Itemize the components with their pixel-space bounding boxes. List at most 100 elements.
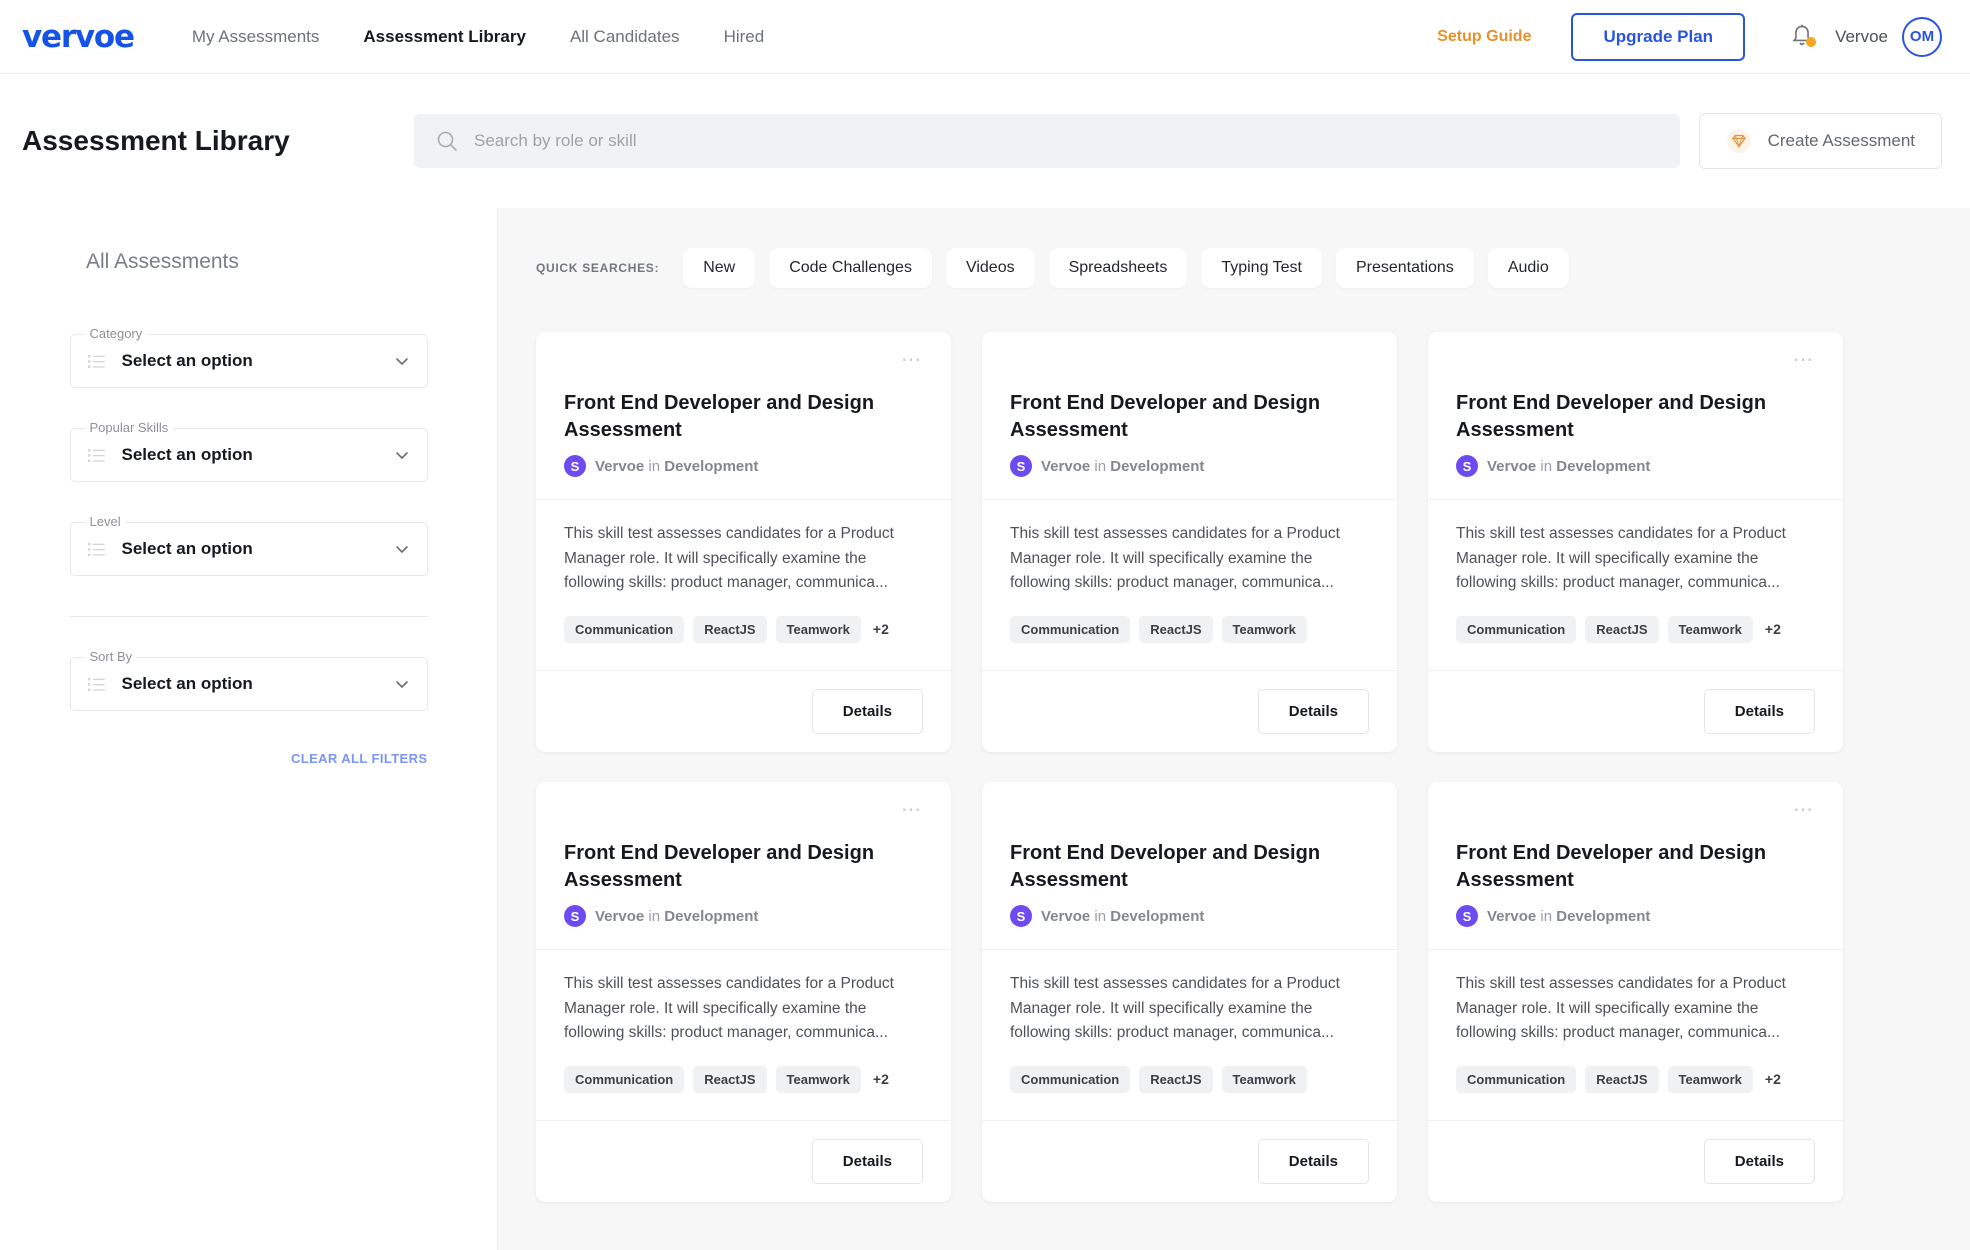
sidebar-title: All Assessments [86, 250, 239, 273]
search-input[interactable]: Search by role or skill [414, 114, 1680, 168]
assessment-card-title: Front End Developer and Design Assessmen… [564, 392, 875, 441]
assessment-card-header: ⋯ Front End Developer and Design Assessm… [982, 332, 1397, 501]
quick-search-chip-videos[interactable]: Videos [945, 248, 1035, 288]
quick-search-chip-new[interactable]: New [683, 248, 756, 288]
skill-tag: Teamwork [1667, 615, 1753, 643]
notifications-button[interactable] [1789, 23, 1817, 51]
assessment-card-meta: S Vervoe in Development [564, 905, 923, 928]
assessment-results-area: QUICK SEARCHES: New Code Challenges Vide… [498, 208, 1970, 1250]
details-button[interactable]: Details [1257, 689, 1369, 734]
assessment-card-body: This skill test assesses candidates for … [982, 500, 1397, 671]
assessment-card-meta: S Vervoe in Development [1010, 905, 1369, 928]
list-icon [87, 448, 105, 462]
assessment-card-header: ⋯ Front End Developer and Design Assessm… [536, 782, 951, 951]
notification-badge-dot [1806, 36, 1817, 47]
filter-category-label: Category [84, 326, 148, 341]
details-button[interactable]: Details [811, 689, 923, 734]
chevron-down-icon [395, 546, 408, 553]
filter-category-select[interactable]: Category Select an option [69, 326, 428, 388]
user-avatar[interactable]: OM [1902, 16, 1942, 57]
assessment-card-footer: Details [1428, 671, 1843, 752]
filter-popular-skills-label: Popular Skills [84, 420, 174, 435]
assessment-card-3[interactable]: ⋯ Front End Developer and Design Assessm… [1428, 332, 1843, 752]
search-placeholder-text: Search by role or skill [474, 131, 637, 150]
filter-sort-by-value: Select an option [121, 674, 253, 693]
details-button[interactable]: Details [1257, 1139, 1369, 1184]
main-nav-links: My Assessments Assessment Library All Ca… [192, 27, 764, 47]
assessment-card-tags: Communication ReactJS Teamwork [1010, 615, 1369, 643]
author-badge-icon: S [564, 455, 586, 478]
assessment-card-tags: Communication ReactJS Teamwork [1010, 1065, 1369, 1093]
skill-tag-overflow-count: +2 [1764, 1071, 1781, 1088]
skill-tag-overflow-count: +2 [872, 621, 889, 638]
assessment-card-meta: S Vervoe in Development [1456, 905, 1815, 928]
upgrade-plan-button[interactable]: Upgrade Plan [1571, 12, 1746, 61]
assessment-card-body: This skill test assesses candidates for … [536, 950, 951, 1121]
nav-item-my-assessments[interactable]: My Assessments [192, 27, 320, 47]
quick-search-chip-spreadsheets[interactable]: Spreadsheets [1048, 248, 1188, 288]
card-overflow-menu-icon[interactable]: ⋯ [1456, 800, 1815, 824]
quick-search-chip-typing-test[interactable]: Typing Test [1201, 248, 1322, 288]
details-button[interactable]: Details [811, 1139, 923, 1184]
quick-search-chip-code-challenges[interactable]: Code Challenges [769, 248, 932, 288]
filter-sort-by-select[interactable]: Sort By Select an option [69, 649, 428, 711]
page-sub-header: Assessment Library Search by role or ski… [0, 74, 1970, 208]
search-icon [437, 131, 457, 151]
skill-tag: ReactJS [693, 615, 767, 643]
author-badge-icon: S [564, 905, 586, 928]
nav-item-assessment-library[interactable]: Assessment Library [363, 27, 526, 47]
skill-tag: Communication [1010, 615, 1131, 643]
assessment-card-6[interactable]: ⋯ Front End Developer and Design Assessm… [1428, 782, 1843, 1202]
assessment-card-author: Vervoe in Development [595, 907, 759, 925]
assessment-card-header: ⋯ Front End Developer and Design Assessm… [1428, 782, 1843, 951]
author-badge-icon: S [1010, 455, 1032, 478]
skill-tag: Communication [1456, 1065, 1577, 1093]
author-badge-icon: S [1456, 905, 1478, 928]
skill-tag: Communication [1456, 615, 1577, 643]
filter-level-value: Select an option [121, 539, 253, 558]
quick-search-chip-presentations[interactable]: Presentations [1335, 248, 1474, 288]
top-navigation-bar: vervoe My Assessments Assessment Library… [0, 0, 1970, 74]
assessment-card-meta: S Vervoe in Development [564, 455, 923, 478]
list-icon [87, 354, 105, 368]
setup-guide-link[interactable]: Setup Guide [1437, 28, 1531, 46]
nav-item-all-candidates[interactable]: All Candidates [570, 27, 680, 47]
assessment-card-title: Front End Developer and Design Assessmen… [1456, 392, 1767, 441]
assessment-card-description: This skill test assesses candidates for … [564, 975, 894, 1042]
assessment-card-title: Front End Developer and Design Assessmen… [1010, 842, 1321, 891]
assessment-card-description: This skill test assesses candidates for … [1010, 975, 1340, 1042]
filter-popular-skills-select[interactable]: Popular Skills Select an option [69, 420, 428, 482]
assessment-card-author: Vervoe in Development [595, 457, 759, 475]
card-overflow-menu-icon[interactable]: ⋯ [1456, 350, 1815, 374]
assessment-card-header: ⋯ Front End Developer and Design Assessm… [536, 332, 951, 501]
quick-search-chip-audio[interactable]: Audio [1487, 248, 1569, 288]
create-assessment-button[interactable]: Create Assessment [1698, 113, 1942, 169]
assessment-card-meta: S Vervoe in Development [1010, 455, 1369, 478]
details-button[interactable]: Details [1703, 1139, 1815, 1184]
filter-level-label: Level [84, 514, 126, 529]
sidebar-divider [69, 616, 428, 617]
assessment-card-4[interactable]: ⋯ Front End Developer and Design Assessm… [536, 782, 951, 1202]
assessment-card-title: Front End Developer and Design Assessmen… [1456, 842, 1767, 891]
skill-tag: Communication [564, 1065, 685, 1093]
assessment-card-description: This skill test assesses candidates for … [1010, 525, 1340, 592]
assessment-card-body: This skill test assesses candidates for … [536, 500, 951, 671]
assessment-card-1[interactable]: ⋯ Front End Developer and Design Assessm… [536, 332, 951, 752]
clear-all-filters-link[interactable]: CLEAR ALL FILTERS [70, 751, 428, 766]
assessment-card-2[interactable]: ⋯ Front End Developer and Design Assessm… [982, 332, 1397, 752]
page-body: All Assessments Category Select an optio… [0, 208, 1970, 1250]
card-overflow-menu-icon[interactable]: ⋯ [564, 350, 923, 374]
card-overflow-menu-icon[interactable]: ⋯ [564, 800, 923, 824]
quick-searches-label: QUICK SEARCHES: [536, 261, 660, 275]
assessment-card-tags: Communication ReactJS Teamwork +2 [1456, 615, 1815, 643]
author-badge-icon: S [1456, 455, 1478, 478]
filter-level-select[interactable]: Level Select an option [69, 514, 428, 576]
skill-tag-overflow-count: +2 [1764, 621, 1781, 638]
details-button[interactable]: Details [1703, 689, 1815, 734]
nav-item-hired[interactable]: Hired [724, 27, 765, 47]
assessment-card-grid: ⋯ Front End Developer and Design Assessm… [536, 332, 1970, 1202]
assessment-card-meta: S Vervoe in Development [1456, 455, 1815, 478]
vervoe-logo[interactable]: vervoe [22, 19, 135, 55]
assessment-card-author: Vervoe in Development [1487, 907, 1651, 925]
assessment-card-5[interactable]: ⋯ Front End Developer and Design Assessm… [982, 782, 1397, 1202]
